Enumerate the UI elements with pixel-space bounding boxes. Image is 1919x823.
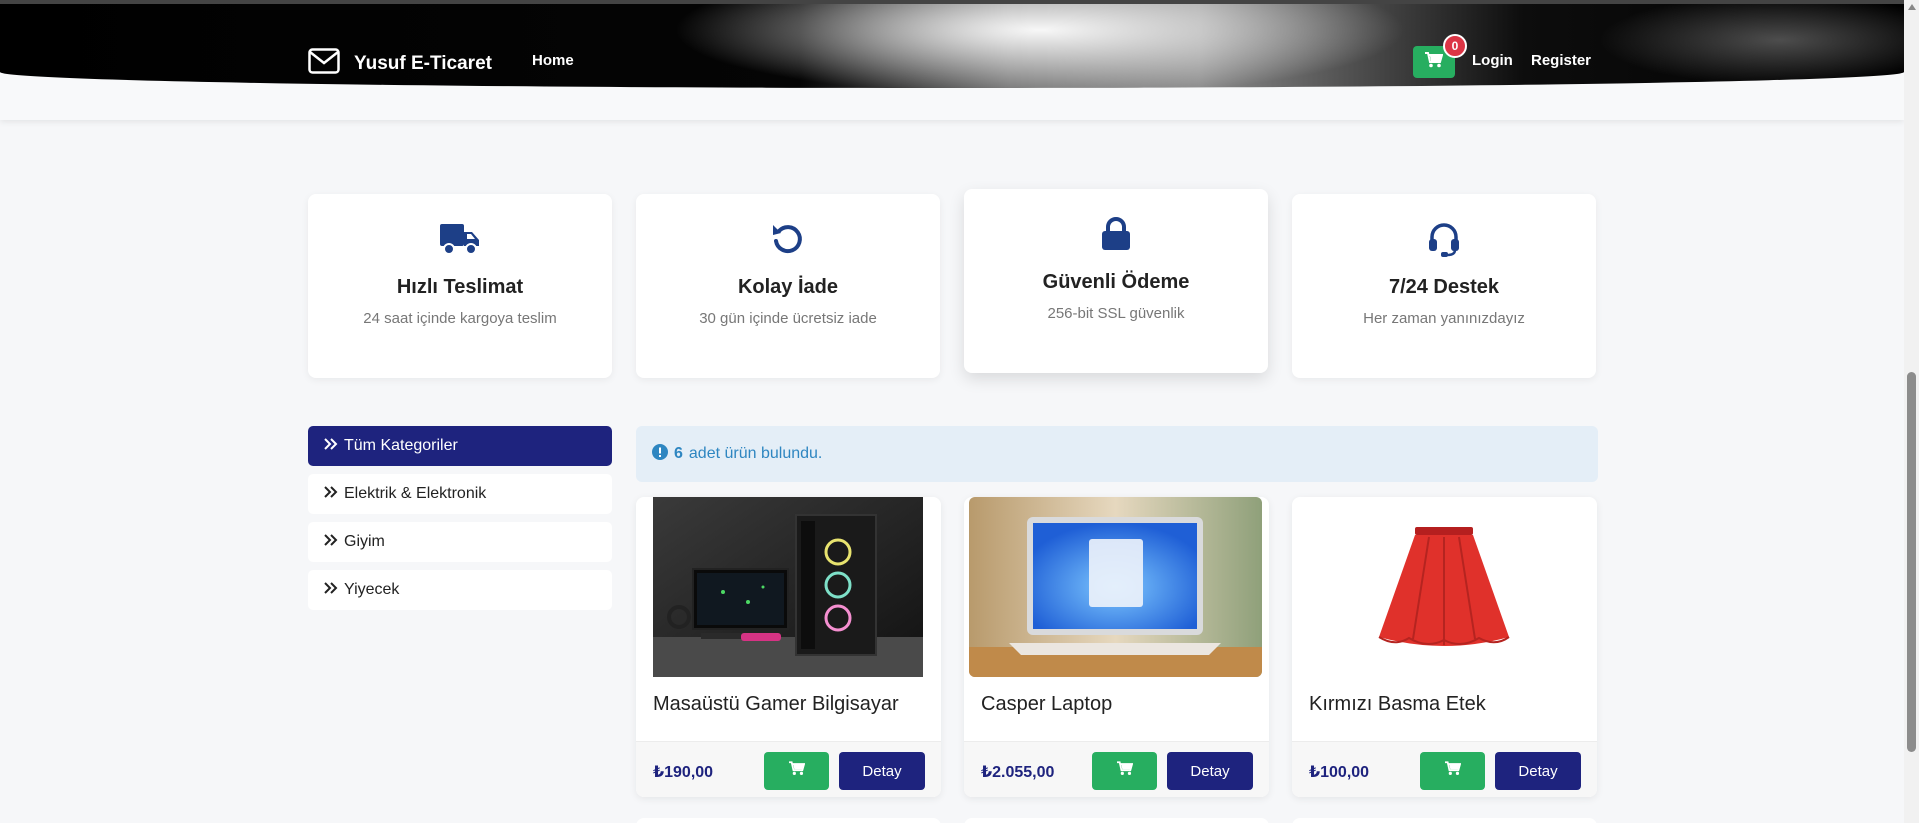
login-link[interactable]: Login [1472,52,1513,69]
chevrons-right-icon [324,533,338,551]
feature-card-delivery: Hızlı Teslimat 24 saat içinde kargoya te… [308,194,612,378]
category-electronics[interactable]: Elektrik & Elektronik [308,474,612,514]
cart-icon [1116,761,1133,781]
product-image-gaming-pc[interactable] [653,497,923,677]
product-footer: ₺190,00 Detay [636,741,941,797]
feature-subtitle: 256-bit SSL güvenlik [1047,305,1185,322]
cart-icon [788,761,805,781]
header-banner [0,0,1904,88]
feature-title: 7/24 Destek [1388,276,1500,298]
cart-icon [1444,761,1461,781]
scroll-up-arrow-icon[interactable] [1908,4,1916,10]
product-title[interactable]: Casper Laptop [981,693,1112,716]
chevrons-right-icon [324,581,338,599]
feature-title: Güvenli Ödeme [1042,271,1190,293]
product-card-next-row [1292,818,1597,823]
lock-icon [964,217,1268,251]
brand-name: Yusuf E-Ticaret [354,52,492,74]
scrollbar-thumb[interactable] [1907,372,1916,752]
detail-button[interactable]: Detay [1167,752,1253,790]
truck-icon [308,222,612,256]
add-to-cart-button[interactable] [1420,752,1485,790]
brand-link[interactable]: Yusuf E-Ticaret [308,48,492,79]
product-price: ₺2.055,00 [981,764,1055,781]
register-link[interactable]: Register [1531,52,1591,69]
category-clothing[interactable]: Giyim [308,522,612,562]
product-card: Casper Laptop ₺2.055,00 Detay [964,497,1269,797]
category-all[interactable]: Tüm Kategoriler [308,426,612,466]
feature-subtitle: 30 gün içinde ücretsiz iade [699,310,877,327]
chevrons-right-icon [324,485,338,503]
headset-icon [1292,222,1596,258]
product-price: ₺190,00 [653,764,714,781]
product-image-red-skirt[interactable] [1309,497,1579,677]
category-label: Tüm Kategoriler [344,437,458,454]
chevrons-right-icon [324,437,338,455]
add-to-cart-button[interactable] [764,752,829,790]
add-to-cart-button[interactable] [1092,752,1157,790]
category-label: Elektrik & Elektronik [344,485,487,502]
category-label: Yiyecek [344,581,400,598]
category-food[interactable]: Yiyecek [308,570,612,610]
product-card: Masaüstü Gamer Bilgisayar ₺190,00 Detay [636,497,941,797]
product-image-laptop[interactable] [969,497,1262,677]
feature-title: Hızlı Teslimat [396,276,524,298]
product-footer: ₺2.055,00 Detay [964,741,1269,797]
feature-title: Kolay İade [737,276,839,298]
product-card: Kırmızı Basma Etek ₺100,00 Detay [1292,497,1597,797]
results-alert: 6 adet ürün bulundu. [636,426,1598,482]
undo-icon [636,222,940,256]
product-card-next-row [636,818,941,823]
info-icon [652,443,668,465]
product-title[interactable]: Kırmızı Basma Etek [1309,693,1486,716]
product-price: ₺100,00 [1309,764,1370,781]
nav-home-link[interactable]: Home [532,52,574,69]
product-title[interactable]: Masaüstü Gamer Bilgisayar [653,693,899,716]
feature-card-returns: Kolay İade 30 gün içinde ücretsiz iade [636,194,940,378]
envelope-icon [308,48,340,79]
detail-button[interactable]: Detay [1495,752,1581,790]
feature-subtitle: 24 saat içinde kargoya teslim [363,310,557,327]
results-text: adet ürün bulundu. [688,445,823,462]
cart-count-badge: 0 [1443,34,1467,58]
detail-button[interactable]: Detay [839,752,925,790]
category-label: Giyim [344,533,385,550]
results-count: 6 [674,445,683,462]
product-footer: ₺100,00 Detay [1292,741,1597,797]
cart-icon [1425,51,1444,73]
feature-card-payment: Güvenli Ödeme 256-bit SSL güvenlik [964,189,1268,373]
feature-card-support: 7/24 Destek Her zaman yanınızdayız [1292,194,1596,378]
page-scrollbar[interactable] [1904,0,1919,823]
product-card-next-row [964,818,1269,823]
feature-subtitle: Her zaman yanınızdayız [1363,310,1525,327]
